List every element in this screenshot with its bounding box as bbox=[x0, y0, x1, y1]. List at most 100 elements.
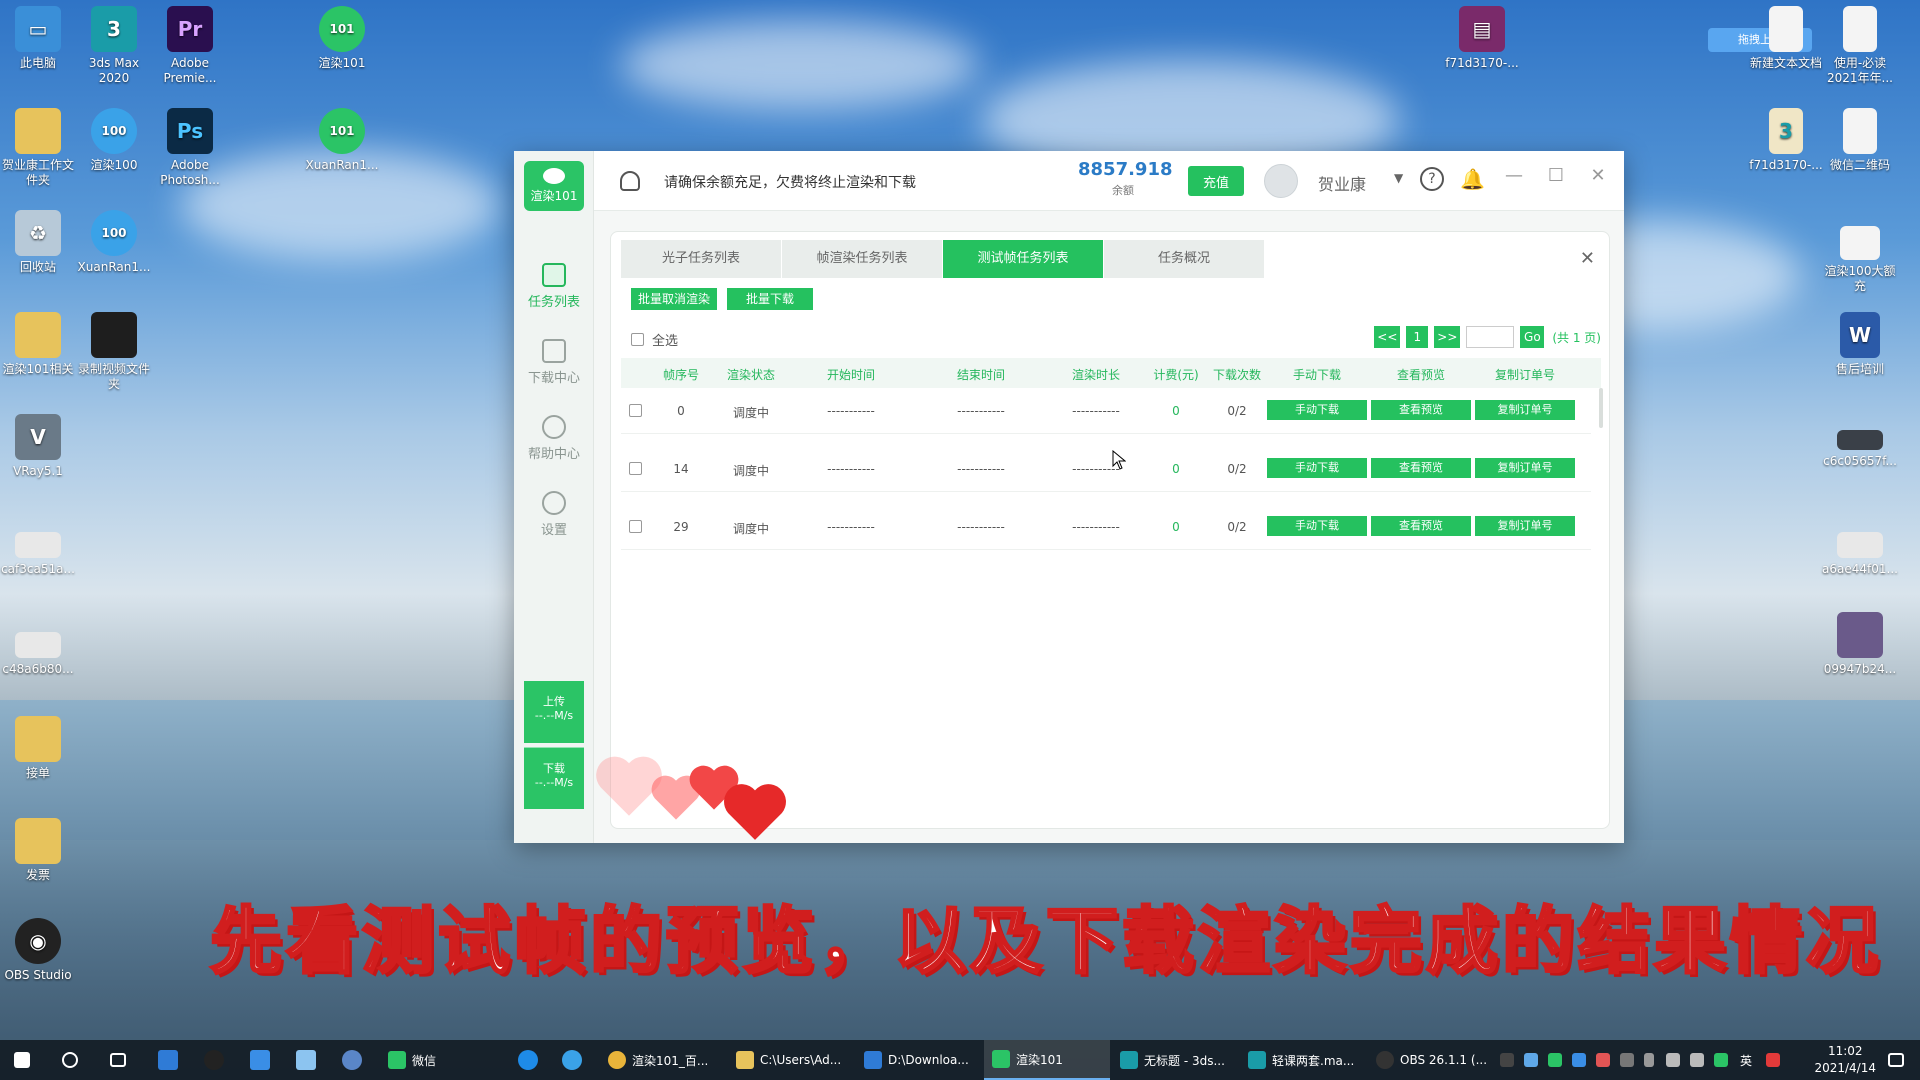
desktop-icon-photoshop[interactable]: Ps Adobe Photosh... bbox=[148, 108, 232, 188]
app-icon[interactable] bbox=[518, 1050, 538, 1070]
desktop-icon-invoice[interactable]: 发票 bbox=[0, 818, 80, 883]
view-preview-button[interactable]: 查看预览 bbox=[1371, 516, 1471, 536]
manual-download-button[interactable]: 手动下载 bbox=[1267, 400, 1367, 420]
select-all[interactable]: 全选 bbox=[631, 330, 678, 349]
app-icon[interactable] bbox=[250, 1050, 270, 1070]
taskbar-item-explorer-users[interactable]: C:\Users\Ad... bbox=[728, 1040, 854, 1080]
taskbar-item-wechat[interactable]: 微信 bbox=[380, 1040, 506, 1080]
input-method-icon[interactable] bbox=[1766, 1053, 1780, 1067]
close-icon[interactable]: ✕ bbox=[1586, 165, 1610, 186]
tray-icon[interactable] bbox=[1572, 1053, 1586, 1067]
chevron-down-icon[interactable]: ▼ bbox=[1394, 171, 1403, 185]
desktop-icon-xuanran1-a[interactable]: 101 XuanRan1... bbox=[300, 108, 384, 173]
tray-icon[interactable] bbox=[1548, 1053, 1562, 1067]
go-page-button[interactable]: Go bbox=[1520, 326, 1545, 348]
windows-start-icon[interactable] bbox=[14, 1052, 30, 1068]
desktop-icon-f71d-max[interactable]: 3 f71d3170-... bbox=[1744, 108, 1828, 173]
taskbar-item-3dsmax[interactable]: 无标题 - 3ds... bbox=[1112, 1040, 1238, 1080]
tray-icon[interactable] bbox=[1596, 1053, 1610, 1067]
taskbar-item-xuanran101[interactable]: 渲染101 bbox=[984, 1040, 1110, 1080]
desktop-icon-c6c0[interactable]: c6c05657f... bbox=[1818, 430, 1902, 469]
help-icon[interactable]: ? bbox=[1420, 167, 1444, 191]
row-checkbox[interactable] bbox=[629, 404, 642, 417]
manual-download-button[interactable]: 手动下载 bbox=[1267, 458, 1367, 478]
nav-task-list[interactable]: 任务列表 bbox=[514, 263, 594, 310]
copy-order-button[interactable]: 复制订单号 bbox=[1475, 516, 1575, 536]
tab-photon-tasks[interactable]: 光子任务列表 bbox=[621, 240, 781, 278]
desktop-icon-file-caf3[interactable]: caf3ca51a... bbox=[0, 532, 80, 577]
desktop-icon-recycle-bin[interactable]: ♻ 回收站 bbox=[0, 210, 80, 275]
network-icon[interactable] bbox=[1690, 1053, 1704, 1067]
desktop-icon-premiere[interactable]: Pr Adobe Premie... bbox=[148, 6, 232, 86]
copy-order-button[interactable]: 复制订单号 bbox=[1475, 458, 1575, 478]
tray-icon[interactable] bbox=[1500, 1053, 1514, 1067]
desktop-icon-xuanran101[interactable]: 101 渲染101 bbox=[300, 6, 384, 71]
notification-center-icon[interactable] bbox=[1888, 1053, 1904, 1067]
search-icon[interactable] bbox=[62, 1052, 78, 1068]
table-scrollbar[interactable] bbox=[1599, 388, 1603, 428]
desktop-icon-readme[interactable]: 使用-必读 2021年年... bbox=[1818, 6, 1902, 86]
view-preview-button[interactable]: 查看预览 bbox=[1371, 400, 1471, 420]
taskbar-item-downloads[interactable]: D:\Downloa... bbox=[856, 1040, 982, 1080]
wechat-tray-icon[interactable] bbox=[1714, 1053, 1728, 1067]
nav-help-center[interactable]: 帮助中心 bbox=[514, 415, 594, 462]
desktop-icon-orders[interactable]: 接单 bbox=[0, 716, 80, 781]
desktop-icon-obs[interactable]: ◉ OBS Studio bbox=[0, 918, 80, 983]
desktop-icon-xuanran101-folder[interactable]: 渲染101相关 bbox=[0, 312, 80, 377]
bulk-download-button[interactable]: 批量下载 bbox=[727, 288, 813, 310]
desktop-icon-vray[interactable]: V VRay5.1 bbox=[0, 414, 80, 479]
qq-icon[interactable] bbox=[204, 1050, 224, 1070]
app-logo[interactable]: 渲染101 bbox=[524, 161, 584, 211]
desktop-icon-xuanran1-b[interactable]: 100 XuanRan1... bbox=[72, 210, 156, 275]
manual-download-button[interactable]: 手动下载 bbox=[1267, 516, 1367, 536]
copy-order-button[interactable]: 复制订单号 bbox=[1475, 400, 1575, 420]
system-clock[interactable]: 11:02 2021/4/14 bbox=[1814, 1043, 1876, 1077]
microphone-icon[interactable] bbox=[1644, 1053, 1654, 1067]
desktop-icon-a6ae[interactable]: a6ae44f01... bbox=[1818, 532, 1902, 577]
desktop-icon-winrar[interactable]: ▤ f71d3170-... bbox=[1440, 6, 1524, 71]
nav-settings[interactable]: 设置 bbox=[514, 491, 594, 538]
tab-task-overview[interactable]: 任务概况 bbox=[1104, 240, 1264, 278]
tab-frame-render-tasks[interactable]: 帧渲染任务列表 bbox=[782, 240, 942, 278]
desktop-icon-work-folder[interactable]: 贺业康工作文 件夹 bbox=[0, 108, 80, 188]
desktop-icon-xuanran100[interactable]: 100 渲染100 bbox=[72, 108, 156, 173]
upload-speed[interactable]: 上传 --.--M/s bbox=[524, 681, 584, 743]
app-icon[interactable] bbox=[296, 1050, 316, 1070]
taskbar-item-max-file[interactable]: 轻课两套.ma... bbox=[1240, 1040, 1366, 1080]
desktop-icon-this-pc[interactable]: ▭ 此电脑 bbox=[0, 6, 80, 71]
minimize-icon[interactable]: — bbox=[1502, 165, 1526, 186]
nav-download-center[interactable]: 下载中心 bbox=[514, 339, 594, 386]
desktop-icon-new-text[interactable]: 新建文本文档 bbox=[1744, 6, 1828, 71]
tab-test-frame-tasks[interactable]: 测试帧任务列表 bbox=[943, 240, 1103, 278]
recharge-button[interactable]: 充值 bbox=[1188, 166, 1244, 196]
bulk-cancel-render-button[interactable]: 批量取消渲染 bbox=[631, 288, 717, 310]
notification-bell-icon[interactable]: 🔔 bbox=[1460, 167, 1485, 191]
page-jump-input[interactable] bbox=[1466, 326, 1515, 348]
desktop-icon-training-doc[interactable]: W 售后培训 bbox=[1818, 312, 1902, 377]
app-icon[interactable] bbox=[158, 1050, 178, 1070]
close-icon[interactable]: ✕ bbox=[1580, 248, 1595, 269]
desktop-icon-wechat-qr[interactable]: 微信二维码 bbox=[1818, 108, 1902, 173]
app-icon[interactable] bbox=[562, 1050, 582, 1070]
row-checkbox[interactable] bbox=[629, 520, 642, 533]
page-1-button[interactable]: 1 bbox=[1406, 326, 1429, 348]
taskbar-item-obs[interactable]: OBS 26.1.1 (... bbox=[1368, 1040, 1494, 1080]
tray-icon[interactable] bbox=[1524, 1053, 1538, 1067]
maximize-icon[interactable]: ☐ bbox=[1544, 165, 1568, 186]
download-speed[interactable]: 下载 --.--M/s bbox=[524, 747, 584, 809]
desktop-icon-recording-folder[interactable]: 录制视频文件 夹 bbox=[72, 312, 156, 392]
task-view-icon[interactable] bbox=[110, 1053, 126, 1067]
prev-page-button[interactable]: << bbox=[1374, 326, 1401, 348]
avatar[interactable] bbox=[1264, 164, 1298, 198]
app-icon[interactable] bbox=[342, 1050, 362, 1070]
desktop-icon-file-c48a[interactable]: c48a6b80... bbox=[0, 632, 80, 677]
next-page-button[interactable]: >> bbox=[1434, 326, 1461, 348]
select-all-checkbox[interactable] bbox=[631, 333, 644, 346]
desktop-icon-3dsmax[interactable]: 3 3ds Max 2020 bbox=[72, 6, 156, 86]
user-name[interactable]: 贺业康 bbox=[1318, 171, 1366, 195]
volume-icon[interactable] bbox=[1666, 1053, 1680, 1067]
desktop-icon-0994[interactable]: 09947b24... bbox=[1818, 612, 1902, 677]
desktop-icon-recharge-ppt[interactable]: 渲染100大额 充 bbox=[1818, 226, 1902, 294]
tray-icon[interactable] bbox=[1620, 1053, 1634, 1067]
ime-indicator[interactable]: 英 bbox=[1740, 1052, 1752, 1069]
